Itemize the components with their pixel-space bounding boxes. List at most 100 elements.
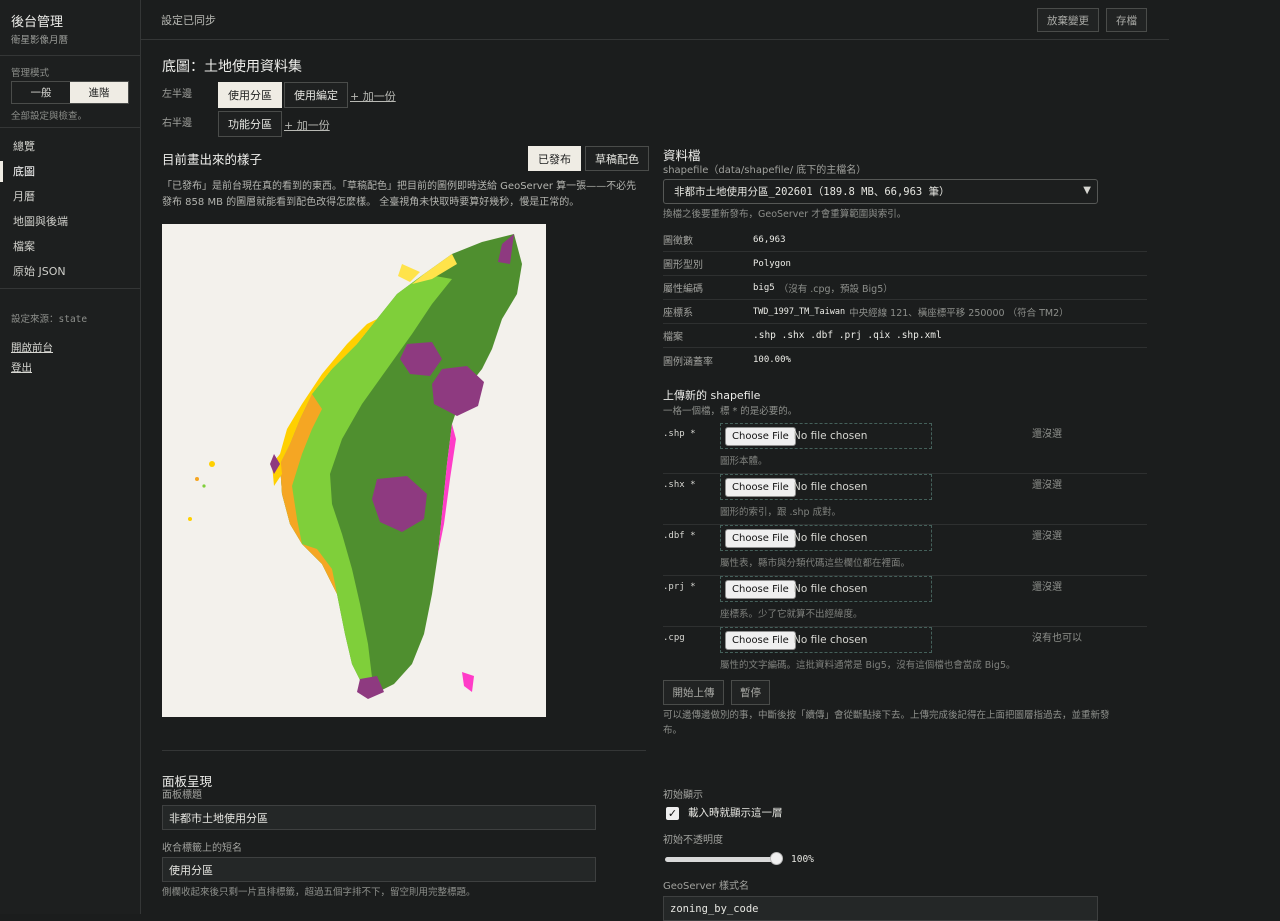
info-value: 66,963 (753, 234, 786, 245)
mode-toggle: 一般 進階 (11, 81, 129, 104)
preview-title: 目前畫出來的樣子 (162, 152, 263, 167)
initial-display-checkbox[interactable]: ✓ (666, 807, 679, 820)
file-name: No file chosen (793, 481, 868, 493)
chip-function-zone[interactable]: 功能分區 (218, 111, 282, 137)
save-button[interactable]: 存檔 (1106, 8, 1147, 32)
info-row: 屬性編碼 big5 （沒有 .cpg，預設 Big5） (663, 276, 1147, 300)
start-upload-button[interactable]: 開始上傳 (663, 680, 724, 705)
choose-file-button[interactable]: Choose File (725, 529, 796, 548)
add-right-link[interactable]: + 加一份 (284, 117, 330, 133)
upload-row-hint: 圖形的索引，跟 .shp 成對。 (720, 507, 842, 518)
file-name: No file chosen (793, 430, 868, 442)
sidebar-nav: 總覽 底圖 月曆 地圖與後端 檔案 原始 JSON (0, 134, 141, 284)
upload-ext: .cpg (663, 633, 685, 643)
info-row: 圖例涵蓋率 100.00% (663, 348, 1147, 372)
info-key: 圖形型別 (663, 260, 703, 271)
nav-map-backend[interactable]: 地圖與後端 (0, 209, 141, 234)
taiwan-zoning-map (188, 234, 522, 699)
app-subtitle: 衛星影像月曆 (11, 35, 69, 46)
shapefile-select-value: 非都市土地使用分區_202601（189.8 MB、66,963 筆） (674, 186, 950, 198)
app-title: 後台管理 (11, 15, 64, 30)
upload-row-cpg: .cpg Choose File No file chosen 屬性的文字編碼。這… (663, 627, 1147, 678)
upload-note-1: 可以邊傳邊做別的事，中斷後按「續傳」會從斷點接下去。上傳完成後記得在上面把圖層指… (663, 710, 1110, 721)
open-frontend-link[interactable]: 開啟前台 (11, 340, 53, 355)
file-name: No file chosen (793, 583, 868, 595)
chip-land-use[interactable]: 使用編定 (284, 82, 348, 108)
short-name-label: 收合標籤上的短名 (162, 843, 242, 854)
sync-status: 設定已同步 (161, 14, 216, 27)
short-name-hint: 側欄收起來後只剩一片直排標籤，超過五個字排不下，留空則用完整標題。 (162, 887, 476, 898)
info-row: 圖徵數 66,963 (663, 228, 1147, 252)
pause-upload-button[interactable]: 暫停 (731, 680, 770, 705)
draft-toggle[interactable]: 草稿配色 (585, 146, 649, 171)
initial-display-text: 載入時就顯示這一層 (688, 807, 783, 819)
panel-name-label: 面板標題 (162, 790, 202, 801)
choose-file-button[interactable]: Choose File (725, 631, 796, 650)
choose-file-button[interactable]: Choose File (725, 427, 796, 446)
shapefile-select[interactable]: 非都市土地使用分區_202601（189.8 MB、66,963 筆） ▼ (663, 179, 1098, 204)
info-key: 圖例涵蓋率 (663, 356, 713, 368)
map-preview[interactable] (162, 224, 546, 717)
nav-basemap[interactable]: 底圖 (0, 159, 141, 184)
opacity-slider-thumb[interactable] (770, 852, 783, 865)
info-value: TWD_1997_TM_Taiwan (753, 306, 846, 317)
style-name-label: GeoServer 樣式名 (663, 881, 749, 892)
nav-files[interactable]: 檔案 (0, 234, 141, 259)
info-row: 圖形型別 Polygon (663, 252, 1147, 276)
info-value: big5 (753, 282, 775, 293)
info-extra: （沒有 .cpg，預設 Big5） (778, 283, 893, 295)
right-half-label: 右半邊 (162, 118, 192, 129)
panel-name-input[interactable]: 非都市土地使用分區 (162, 805, 596, 830)
divider (0, 288, 141, 289)
logout-link[interactable]: 登出 (11, 360, 32, 375)
upload-row-hint: 圖形本體。 (720, 456, 768, 467)
discard-button[interactable]: 放棄變更 (1037, 8, 1099, 32)
choose-file-button[interactable]: Choose File (725, 580, 796, 599)
nav-overview[interactable]: 總覽 (0, 134, 141, 159)
upload-row-hint: 屬性表，縣市與分類代碼這些欄位都在裡面。 (720, 558, 911, 569)
file-dropzone[interactable]: Choose File No file chosen (720, 576, 932, 602)
datafile-title: 資料檔 (663, 148, 701, 163)
nav-calendar[interactable]: 月曆 (0, 184, 141, 209)
file-dropzone[interactable]: Choose File No file chosen (720, 627, 932, 653)
file-dropzone[interactable]: Choose File No file chosen (720, 525, 932, 551)
upload-row-status: 還沒選 (1032, 429, 1062, 440)
divider (162, 750, 646, 751)
datafile-hint: shapefile（data/shapefile/ 底下的主檔名） (663, 165, 867, 176)
info-row: 座標系 TWD_1997_TM_Taiwan 中央經線 121、橫座標平移 2500… (663, 300, 1147, 324)
file-dropzone[interactable]: Choose File No file chosen (720, 474, 932, 500)
divider (0, 127, 141, 128)
opacity-label: 初始不透明度 (663, 835, 723, 846)
style-name-input[interactable]: zoning_by_code (663, 896, 1098, 921)
preview-desc-1: 「已發布」是前台現在真的看到的東西。「草稿配色」把目前的圖例即時送給 GeoSe… (162, 181, 637, 192)
published-toggle[interactable]: 已發布 (528, 146, 581, 171)
mode-label: 管理模式 (11, 68, 50, 79)
info-key: 座標系 (663, 308, 693, 319)
short-name-input[interactable]: 使用分區 (162, 857, 596, 882)
sidebar: 後台管理 衛星影像月曆 管理模式 一般 進階 全部設定與檢查。 總覽 底圖 月曆… (0, 0, 141, 914)
upload-ext: .prj * (663, 582, 696, 592)
opacity-slider[interactable] (665, 857, 781, 862)
upload-note-2: 布。 (663, 725, 683, 736)
mode-basic-button[interactable]: 一般 (12, 82, 70, 103)
file-dropzone[interactable]: Choose File No file chosen (720, 423, 932, 449)
info-key: 圖徵數 (663, 236, 693, 247)
info-key: 屬性編碼 (663, 284, 703, 295)
info-row: 檔案 .shp .shx .dbf .prj .qix .shp.xml (663, 324, 1147, 348)
upload-row-hint: 座標系。少了它就算不出經緯度。 (720, 609, 863, 620)
nav-raw-json[interactable]: 原始 JSON (0, 259, 141, 284)
upload-ext: .shp * (663, 429, 696, 439)
chip-zoning[interactable]: 使用分區 (218, 82, 282, 108)
add-left-link[interactable]: + 加一份 (350, 88, 396, 104)
opacity-value: 100% (791, 854, 814, 865)
info-extra: 中央經線 121、橫座標平移 250000 （符合 TM2） (849, 307, 1069, 319)
mode-advanced-button[interactable]: 進階 (70, 82, 128, 103)
file-name: No file chosen (793, 532, 868, 544)
upload-row-shx: .shx * Choose File No file chosen 圖形的索引，跟… (663, 474, 1147, 525)
info-value: 100.00% (753, 355, 791, 365)
upload-ext: .dbf * (663, 531, 696, 541)
choose-file-button[interactable]: Choose File (725, 478, 796, 497)
topbar: 設定已同步 放棄變更 存檔 (141, 0, 1169, 40)
initial-display-label: 初始顯示 (663, 790, 703, 801)
mode-hint: 全部設定與檢查。 (11, 111, 88, 122)
